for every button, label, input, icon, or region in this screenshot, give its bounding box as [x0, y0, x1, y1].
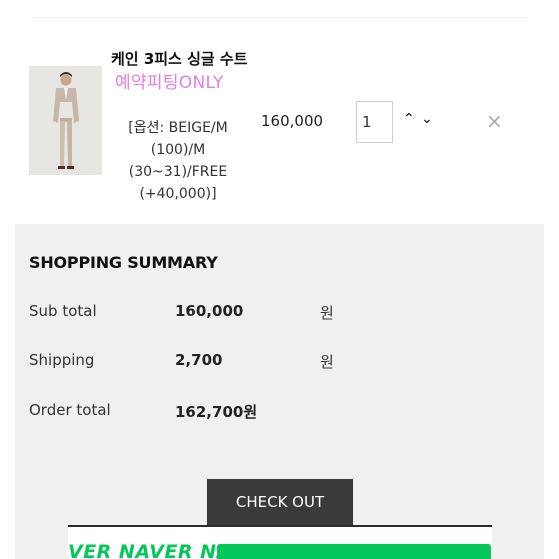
order-total-label: Order total — [29, 401, 111, 419]
product-option: [옵션: BEIGE/M (100)/M (30~31)/FREE (+40,0… — [128, 120, 228, 202]
chevron-up-icon[interactable]: ⌃ — [403, 111, 415, 127]
shipping-unit: 원 — [320, 353, 334, 371]
shipping-label: Shipping — [29, 351, 95, 369]
shipping-value: 2,700 — [175, 351, 223, 369]
product-tag: 예약피팅ONLY — [115, 73, 224, 93]
order-total-value: 162,700원 — [175, 403, 258, 421]
naver-ticker-text: VER NAVER NA — [68, 541, 232, 559]
product-thumbnail[interactable] — [29, 66, 102, 175]
product-name[interactable]: 케인 3피스 싱글 수트 — [111, 48, 248, 69]
close-icon[interactable]: × — [486, 111, 503, 131]
checkout-button[interactable]: CHECK OUT — [207, 479, 353, 525]
naver-pay-button[interactable] — [217, 544, 491, 559]
unit-price: 160,000 — [261, 112, 324, 130]
quantity-input[interactable] — [356, 101, 393, 143]
chevron-down-icon[interactable]: ⌄ — [421, 111, 433, 127]
summary-title: SHOPPING SUMMARY — [29, 253, 218, 272]
subtotal-unit: 원 — [320, 304, 334, 322]
subtotal-label: Sub total — [29, 302, 97, 320]
suit-model-image — [29, 66, 102, 175]
top-divider — [32, 17, 528, 18]
subtotal-value: 160,000 — [175, 302, 244, 320]
